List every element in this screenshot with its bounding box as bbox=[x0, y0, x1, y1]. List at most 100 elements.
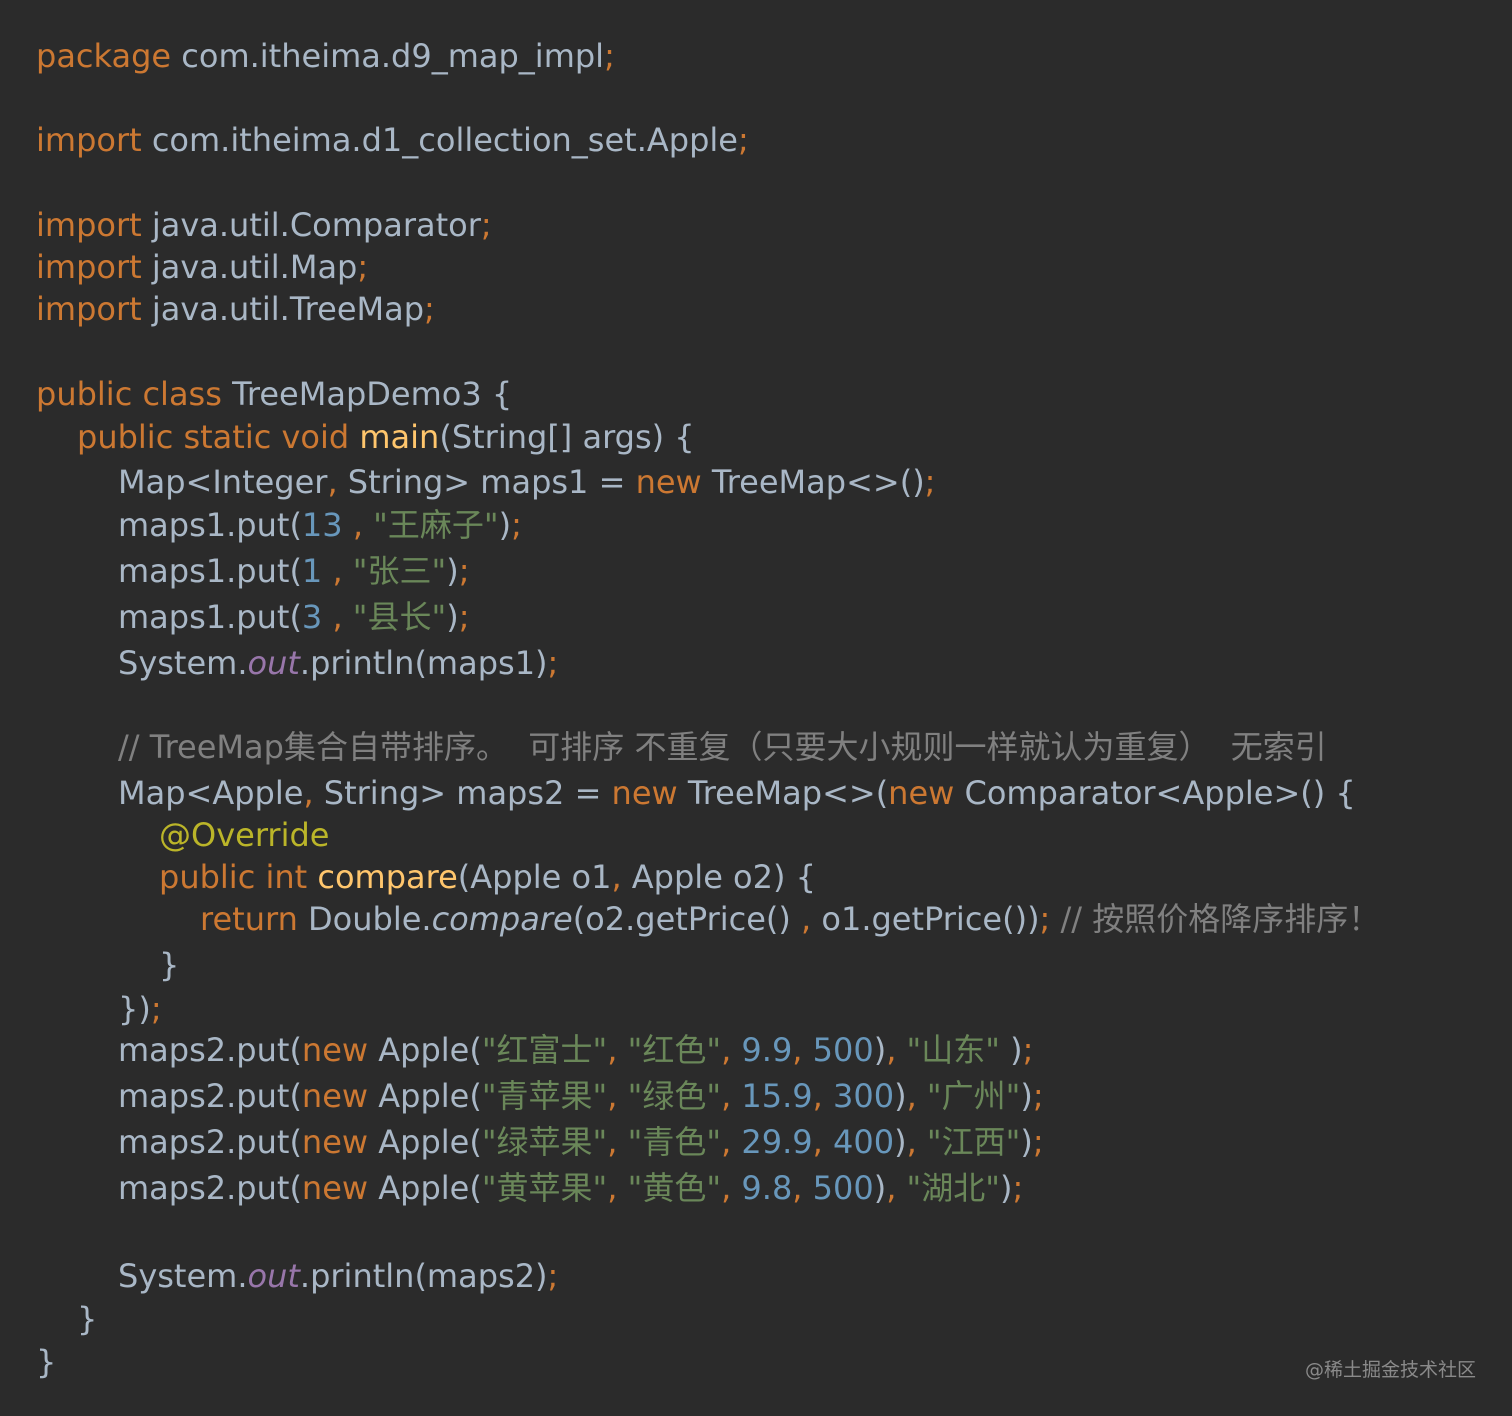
semicolon: ; bbox=[424, 290, 435, 328]
keyword: new bbox=[888, 774, 955, 812]
semicolon: ; bbox=[480, 206, 492, 244]
code-text: maps1.put( bbox=[118, 552, 302, 590]
keyword: import bbox=[36, 206, 142, 244]
comma: , bbox=[792, 1169, 813, 1207]
closing-brace: } bbox=[36, 1343, 57, 1381]
comma: , bbox=[607, 1031, 628, 1069]
code-line-statement: maps1.put(1 , "张三"); bbox=[118, 549, 470, 593]
code-text: maps1.put( bbox=[118, 506, 302, 544]
code-text: maps2.put( bbox=[118, 1031, 302, 1069]
code-text: Map<Apple bbox=[118, 774, 304, 812]
code-line-statement: maps2.put(new Apple("绿苹果", "青色", 29.9, 4… bbox=[118, 1120, 1044, 1164]
code-text: TreeMap<>() bbox=[701, 463, 925, 501]
semicolon: ; bbox=[604, 37, 615, 75]
code-line-import: import java.util.Map; bbox=[36, 245, 368, 289]
comma: , bbox=[721, 1077, 742, 1115]
comma: , bbox=[342, 506, 374, 544]
code-text: o1.getPrice()) bbox=[811, 900, 1040, 938]
code-line-package: package com.itheima.d9_map_impl; bbox=[36, 34, 615, 78]
keyword: new bbox=[611, 774, 678, 812]
number-literal: 300 bbox=[833, 1077, 895, 1115]
number-literal: 9.8 bbox=[741, 1169, 793, 1207]
keyword: new bbox=[635, 463, 702, 501]
string-literal: "黄色" bbox=[627, 1169, 722, 1207]
keyword: new bbox=[301, 1077, 369, 1115]
number-literal: 15.9 bbox=[741, 1077, 813, 1115]
code-text: .println(maps1) bbox=[299, 644, 548, 682]
code-text: ) bbox=[873, 1031, 887, 1069]
string-literal: "江西" bbox=[926, 1123, 1021, 1161]
package-path: com.itheima.d9_map_impl bbox=[171, 37, 605, 75]
closing-brace: }) bbox=[118, 990, 151, 1028]
semicolon: ; bbox=[357, 248, 369, 286]
import-path: java.util.Comparator bbox=[141, 206, 481, 244]
comma: , bbox=[906, 1123, 927, 1161]
method-name: main bbox=[349, 418, 440, 456]
code-line-brace: } bbox=[77, 1297, 97, 1341]
watermark: @稀土掘金技术社区 bbox=[1304, 1359, 1476, 1381]
keyword: new bbox=[301, 1031, 369, 1069]
string-literal: "青色" bbox=[627, 1123, 722, 1161]
comma: , bbox=[801, 900, 812, 938]
code-line-main-method: public static void main(String[] args) { bbox=[77, 415, 695, 459]
closing-brace: } bbox=[77, 1300, 98, 1338]
code-text: Apple o2) { bbox=[621, 858, 816, 896]
string-literal: "红色" bbox=[627, 1031, 722, 1069]
closing-brace: } bbox=[159, 946, 180, 984]
code-line-statement: maps1.put(3 , "县长"); bbox=[118, 595, 470, 639]
static-field: out bbox=[247, 644, 300, 682]
code-text: ) bbox=[894, 1077, 907, 1115]
string-literal: "绿色" bbox=[627, 1077, 722, 1115]
keyword: import bbox=[36, 121, 142, 159]
comma: , bbox=[322, 598, 353, 636]
string-literal: "县长" bbox=[352, 598, 447, 636]
string-literal: "张三" bbox=[352, 552, 447, 590]
keyword: import bbox=[36, 290, 142, 328]
semicolon: ; bbox=[547, 1257, 559, 1295]
number-literal: 13 bbox=[301, 506, 343, 544]
code-text: ) bbox=[894, 1123, 907, 1161]
comma: , bbox=[721, 1169, 742, 1207]
code-line-brace: } bbox=[159, 943, 179, 987]
method-name: compare bbox=[307, 858, 458, 896]
comma: , bbox=[322, 552, 353, 590]
string-literal: "山东" bbox=[906, 1031, 1000, 1069]
comment: // 按照价格降序排序！ bbox=[1050, 900, 1381, 938]
string-literal: "绿苹果" bbox=[481, 1123, 608, 1161]
code-text: ) bbox=[498, 506, 512, 544]
keyword: return bbox=[200, 900, 298, 938]
code-line-brace: } bbox=[36, 1340, 56, 1384]
code-text: .println(maps2) bbox=[299, 1257, 548, 1295]
semicolon: ; bbox=[458, 598, 470, 636]
code-text: (Apple o1 bbox=[457, 858, 612, 896]
code-line-brace: }); bbox=[118, 987, 162, 1031]
string-literal: "红富士" bbox=[481, 1031, 608, 1069]
code-text: Map<Integer bbox=[118, 463, 328, 501]
code-text: maps2.put( bbox=[118, 1123, 302, 1161]
comment: // TreeMap集合自带排序。 可排序 不重复（只要大小规则一样就认为重复）… bbox=[118, 728, 1327, 766]
string-literal: "黄苹果" bbox=[481, 1169, 608, 1207]
code-editor: package com.itheima.d9_map_impl; import … bbox=[0, 0, 1512, 1416]
code-line-import: import com.itheima.d1_collection_set.App… bbox=[36, 118, 749, 162]
code-line-statement: maps2.put(new Apple("黄苹果", "黄色", 9.8, 50… bbox=[118, 1166, 1023, 1210]
annotation: @Override bbox=[159, 816, 330, 854]
code-line-import: import java.util.TreeMap; bbox=[36, 287, 435, 331]
comma: , bbox=[303, 774, 314, 812]
code-text: maps2.put( bbox=[118, 1169, 302, 1207]
code-line-comment: // TreeMap集合自带排序。 可排序 不重复（只要大小规则一样就认为重复）… bbox=[118, 725, 1327, 769]
code-line-statement: maps2.put(new Apple("红富士", "红色", 9.9, 50… bbox=[118, 1028, 1033, 1072]
number-literal: 500 bbox=[812, 1169, 874, 1207]
code-text: maps1.put( bbox=[118, 598, 302, 636]
comma: , bbox=[607, 1123, 628, 1161]
code-line-return: return Double.compare(o2.getPrice() , o1… bbox=[200, 897, 1380, 941]
code-line-method: public int compare(Apple o1, Apple o2) { bbox=[159, 855, 816, 899]
comma: , bbox=[327, 463, 338, 501]
static-method: compare bbox=[431, 900, 573, 938]
code-text: ) bbox=[1020, 1077, 1033, 1115]
code-line-statement: System.out.println(maps2); bbox=[118, 1254, 558, 1298]
code-text: Double. bbox=[297, 900, 432, 938]
code-line-statement: Map<Apple, String> maps2 = new TreeMap<>… bbox=[118, 771, 1356, 815]
keyword: public int bbox=[159, 858, 308, 896]
keyword: public class bbox=[36, 375, 222, 413]
code-text: System. bbox=[118, 644, 248, 682]
